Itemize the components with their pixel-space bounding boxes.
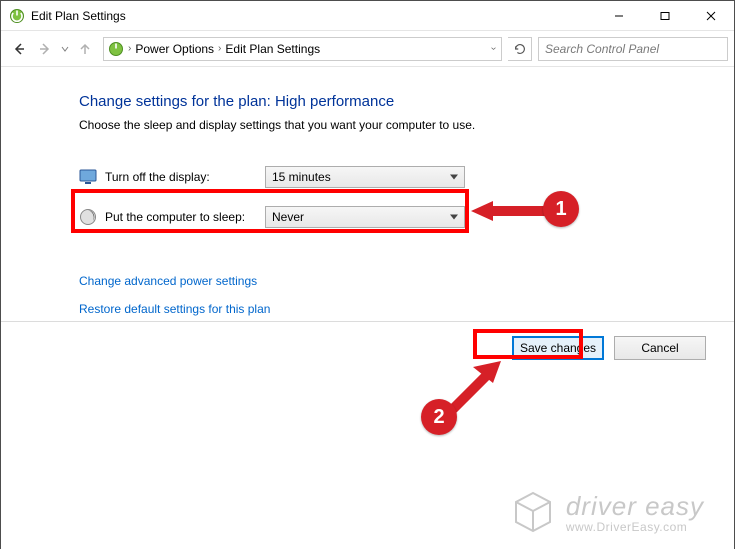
minimize-button[interactable] (596, 1, 642, 30)
watermark: driver easy www.DriverEasy.com (510, 489, 704, 535)
app-icon (9, 8, 25, 24)
search-placeholder: Search Control Panel (545, 42, 659, 56)
window-frame: Edit Plan Settings (0, 0, 735, 549)
chevron-icon: › (218, 43, 221, 54)
breadcrumb-bar[interactable]: › Power Options › Edit Plan Settings › (103, 37, 502, 61)
display-timeout-value: 15 minutes (272, 170, 331, 184)
annotation-badge-1: 1 (543, 191, 579, 227)
refresh-button[interactable] (508, 37, 532, 61)
link-restore-defaults[interactable]: Restore default settings for this plan (79, 302, 724, 316)
watermark-url: www.DriverEasy.com (566, 520, 704, 534)
display-icon (79, 168, 97, 186)
forward-button[interactable] (33, 37, 57, 61)
title-bar: Edit Plan Settings (1, 1, 734, 31)
recent-dropdown[interactable] (59, 42, 71, 56)
window-title: Edit Plan Settings (31, 9, 596, 23)
back-button[interactable] (7, 37, 31, 61)
link-advanced-settings[interactable]: Change advanced power settings (79, 274, 724, 288)
display-timeout-select[interactable]: 15 minutes (265, 166, 465, 188)
annotation-highlight-1 (71, 189, 469, 233)
watermark-title: driver easy (566, 491, 704, 522)
window-controls (596, 1, 734, 30)
footer-bar: Save changes Cancel driver easy www.Driv… (1, 321, 734, 551)
links-block: Change advanced power settings Restore d… (79, 274, 724, 316)
chevron-down-icon[interactable]: › (488, 47, 499, 50)
cancel-button[interactable]: Cancel (614, 336, 706, 360)
cube-icon (510, 489, 556, 535)
close-button[interactable] (688, 1, 734, 30)
page-subtext: Choose the sleep and display settings th… (79, 118, 724, 132)
maximize-button[interactable] (642, 1, 688, 30)
search-input[interactable]: Search Control Panel (538, 37, 728, 61)
page-heading: Change settings for the plan: High perfo… (79, 93, 724, 110)
nav-bar: › Power Options › Edit Plan Settings › S… (1, 31, 734, 67)
setting-row-display: Turn off the display: 15 minutes (79, 162, 724, 192)
breadcrumb-item-power-options[interactable]: Power Options (135, 42, 214, 56)
power-options-icon (108, 41, 124, 57)
chevron-icon: › (128, 43, 131, 54)
annotation-badge-2: 2 (421, 399, 457, 435)
annotation-arrow-1 (471, 199, 551, 223)
cancel-button-label: Cancel (641, 341, 678, 355)
up-button[interactable] (73, 37, 97, 61)
breadcrumb-item-edit-plan[interactable]: Edit Plan Settings (225, 42, 320, 56)
display-label: Turn off the display: (105, 170, 265, 184)
